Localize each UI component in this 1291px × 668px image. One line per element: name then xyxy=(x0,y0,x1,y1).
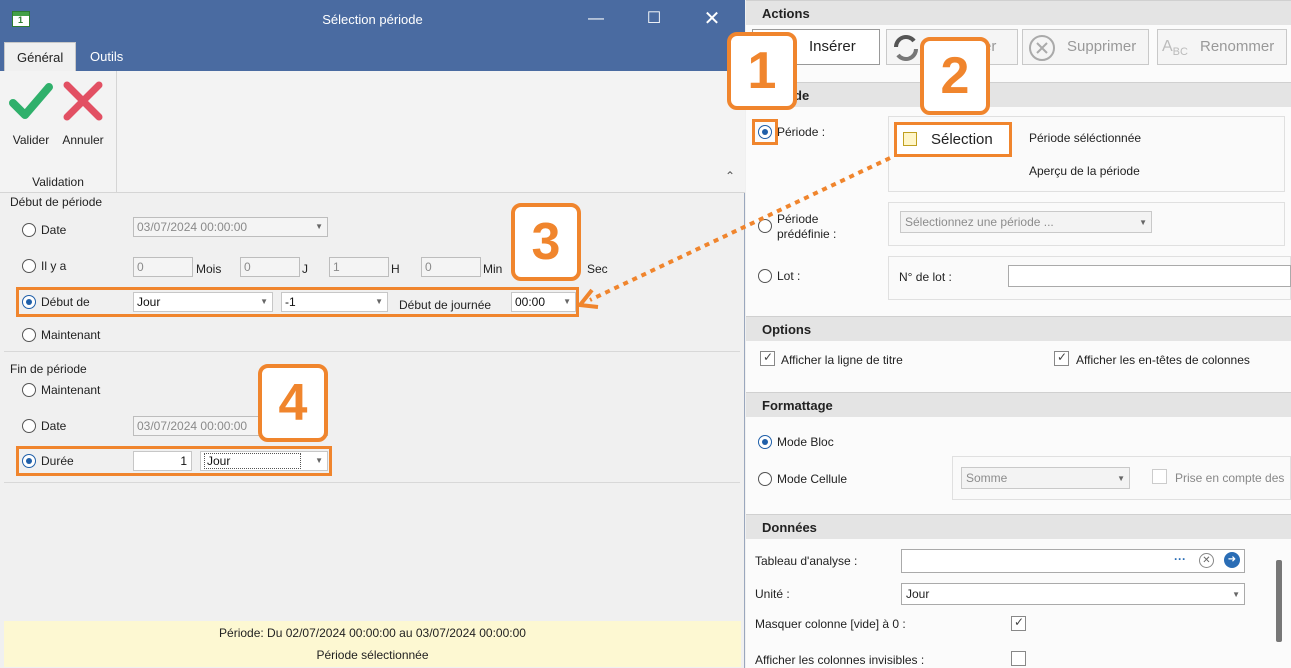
callout-arrow xyxy=(576,156,891,309)
callout-1: 1 xyxy=(727,32,797,110)
callout-3: 3 xyxy=(511,203,581,281)
callout-4: 4 xyxy=(258,364,328,442)
callout-2: 2 xyxy=(920,37,990,115)
